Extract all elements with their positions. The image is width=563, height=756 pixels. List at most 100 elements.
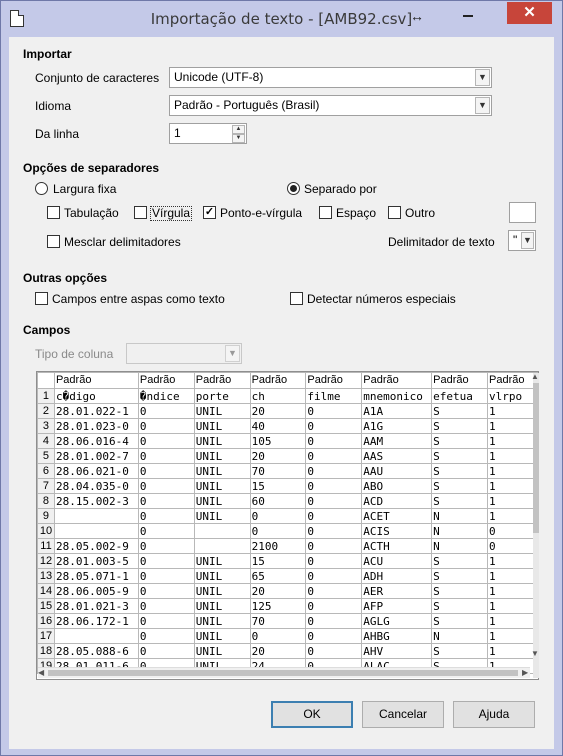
table-cell[interactable]: UNIL xyxy=(193,448,251,464)
table-cell[interactable]: 15 xyxy=(249,553,307,569)
table-cell[interactable]: 28.06.021-0 xyxy=(53,463,139,479)
table-cell[interactable]: ACD xyxy=(361,493,433,509)
table-cell[interactable]: 1 xyxy=(487,583,538,599)
detect-special-checkbox[interactable] xyxy=(290,292,303,305)
table-cell[interactable]: S xyxy=(431,403,489,419)
table-cell[interactable]: 0 xyxy=(137,568,195,584)
table-cell[interactable]: 28.15.002-3 xyxy=(53,493,139,509)
table-cell[interactable]: 28.01.022-1 xyxy=(53,403,139,419)
minimize-icon[interactable] xyxy=(463,15,473,17)
close-button[interactable]: ✕ xyxy=(507,2,552,24)
table-cell[interactable]: 1 xyxy=(487,493,538,509)
table-cell[interactable]: 0 xyxy=(305,553,363,569)
tab-label[interactable]: Tabulação xyxy=(64,206,119,220)
table-cell[interactable]: S xyxy=(431,478,489,494)
table-cell[interactable]: ACIS xyxy=(361,523,433,539)
scroll-up-icon[interactable]: ▲ xyxy=(531,372,539,381)
table-cell[interactable]: 28.01.003-5 xyxy=(53,553,139,569)
table-cell[interactable]: ADH xyxy=(361,568,433,584)
cancel-button[interactable]: Cancelar xyxy=(362,701,444,728)
table-cell[interactable]: 20 xyxy=(249,403,307,419)
table-cell[interactable]: 0 xyxy=(487,538,538,554)
table-cell[interactable]: 0 xyxy=(137,493,195,509)
table-cell[interactable]: 28.06.172-1 xyxy=(53,613,139,629)
table-cell[interactable]: 0 xyxy=(137,403,195,419)
column-header[interactable]: Padrão xyxy=(193,372,251,389)
table-cell[interactable]: 65 xyxy=(249,568,307,584)
column-header[interactable]: Padrão xyxy=(361,372,433,389)
table-cell[interactable]: 0 xyxy=(305,613,363,629)
table-cell[interactable]: 28.01.023-0 xyxy=(53,418,139,434)
table-cell[interactable]: 28.05.071-1 xyxy=(53,568,139,584)
table-cell[interactable]: 0 xyxy=(305,433,363,449)
other-label[interactable]: Outro xyxy=(405,206,435,220)
table-cell[interactable]: AHBG xyxy=(361,628,433,644)
table-cell[interactable]: 0 xyxy=(305,628,363,644)
chevron-down-icon[interactable]: ▼ xyxy=(475,97,490,114)
table-cell[interactable]: �ndice xyxy=(137,388,195,404)
table-cell[interactable]: 0 xyxy=(137,538,195,554)
column-type-select[interactable]: ▼ xyxy=(126,343,242,364)
table-cell[interactable]: 28.05.088-6 xyxy=(53,643,139,659)
horizontal-scroll-thumb[interactable] xyxy=(48,670,518,676)
table-cell[interactable]: 1 xyxy=(487,463,538,479)
table-cell[interactable]: 1 xyxy=(487,598,538,614)
scroll-down-icon[interactable]: ▼ xyxy=(531,649,539,658)
table-cell[interactable]: 1 xyxy=(487,433,538,449)
table-cell[interactable]: 0 xyxy=(305,493,363,509)
table-cell[interactable]: 0 xyxy=(305,583,363,599)
table-cell[interactable]: S xyxy=(431,583,489,599)
table-cell[interactable]: filme xyxy=(305,388,363,404)
table-cell[interactable]: ACU xyxy=(361,553,433,569)
table-cell[interactable]: S xyxy=(431,448,489,464)
table-cell[interactable]: UNIL xyxy=(193,493,251,509)
table-cell[interactable]: 1 xyxy=(487,508,538,524)
table-cell[interactable]: S xyxy=(431,418,489,434)
table-cell[interactable]: 0 xyxy=(137,598,195,614)
table-cell[interactable]: 0 xyxy=(249,523,307,539)
table-cell[interactable]: 0 xyxy=(137,418,195,434)
table-cell[interactable]: 0 xyxy=(249,628,307,644)
table-cell[interactable]: 0 xyxy=(137,523,195,539)
table-cell[interactable]: 28.04.035-0 xyxy=(53,478,139,494)
comma-label[interactable]: Vírgula xyxy=(150,206,193,221)
vertical-scrollbar[interactable] xyxy=(533,373,539,678)
table-cell[interactable]: 0 xyxy=(305,538,363,554)
table-cell[interactable]: efetua xyxy=(431,388,489,404)
table-cell[interactable]: AGLG xyxy=(361,613,433,629)
table-cell[interactable]: 2100 xyxy=(249,538,307,554)
quoted-as-text-label[interactable]: Campos entre aspas como texto xyxy=(52,292,225,306)
quoted-as-text-checkbox[interactable] xyxy=(35,292,48,305)
column-header[interactable]: Padrão xyxy=(137,372,195,389)
table-cell[interactable]: 1 xyxy=(487,613,538,629)
fixed-width-radio[interactable] xyxy=(35,182,48,195)
table-cell[interactable]: UNIL xyxy=(193,568,251,584)
title-bar[interactable]: Importação de texto - [AMB92.csv] ↔ ✕ xyxy=(1,1,562,37)
table-cell[interactable]: 0 xyxy=(305,523,363,539)
table-cell[interactable]: 70 xyxy=(249,463,307,479)
column-header[interactable]: Padrão xyxy=(249,372,307,389)
table-cell[interactable]: 1 xyxy=(487,418,538,434)
table-cell[interactable] xyxy=(193,538,251,554)
table-cell[interactable]: 1 xyxy=(487,403,538,419)
table-cell[interactable]: 0 xyxy=(137,613,195,629)
horizontal-scrollbar[interactable]: ◀ ▶ xyxy=(38,667,530,678)
chevron-down-icon[interactable]: ▼ xyxy=(475,69,490,86)
scroll-left-icon[interactable]: ◀ xyxy=(38,668,44,677)
merge-label[interactable]: Mesclar delimitadores xyxy=(64,235,181,249)
table-cell[interactable]: A1A xyxy=(361,403,433,419)
table-cell[interactable]: UNIL xyxy=(193,553,251,569)
charset-select[interactable]: Unicode (UTF-8) ▼ xyxy=(169,67,492,88)
language-select[interactable]: Padrão - Português (Brasil) ▼ xyxy=(169,95,492,116)
table-cell[interactable]: AFP xyxy=(361,598,433,614)
space-checkbox[interactable] xyxy=(319,206,332,219)
spin-up-icon[interactable]: ▲ xyxy=(232,125,245,134)
column-header[interactable]: Padrão xyxy=(431,372,489,389)
table-cell[interactable]: S xyxy=(431,598,489,614)
table-cell[interactable]: UNIL xyxy=(193,628,251,644)
table-cell[interactable]: N xyxy=(431,508,489,524)
table-cell[interactable]: 0 xyxy=(487,523,538,539)
table-cell[interactable]: 0 xyxy=(137,508,195,524)
other-checkbox[interactable] xyxy=(388,206,401,219)
table-cell[interactable]: 0 xyxy=(305,643,363,659)
